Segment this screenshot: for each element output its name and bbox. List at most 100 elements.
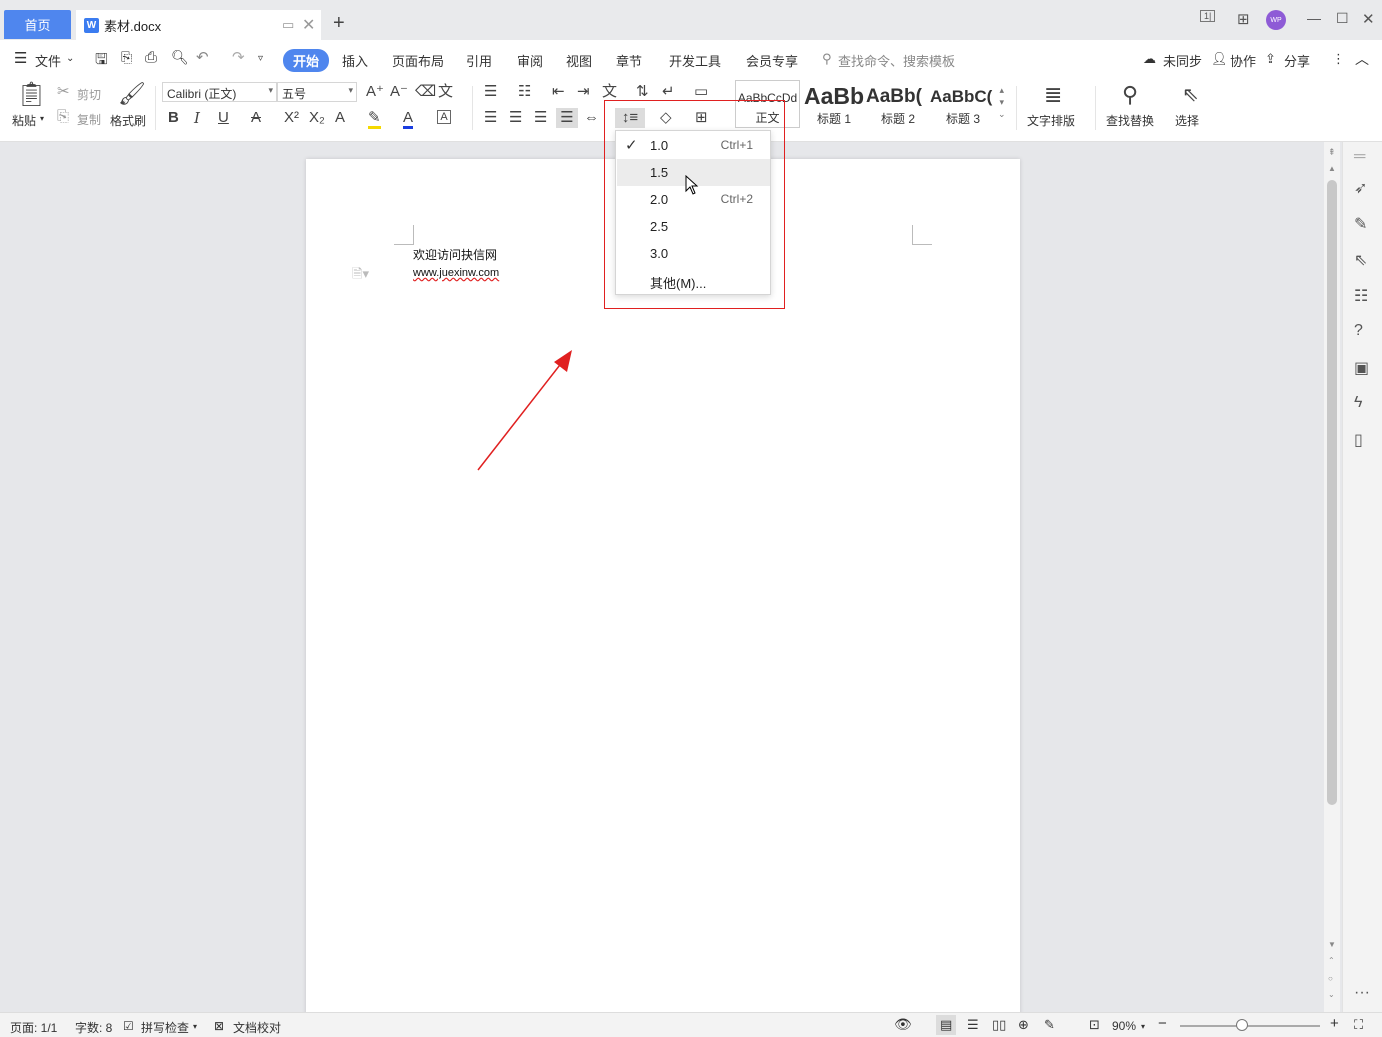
line-spacing-option-2-5[interactable]: 2.5: [617, 213, 770, 240]
clear-format-icon[interactable]: ⌫: [415, 84, 436, 100]
copy-button[interactable]: 复制: [77, 111, 101, 128]
style-heading-3[interactable]: AaBbC( 标题 3: [930, 80, 996, 128]
find-replace-button[interactable]: 查找替换: [1106, 112, 1154, 129]
image-icon[interactable]: ▣: [1354, 358, 1369, 378]
chevron-down-icon[interactable]: ▾: [40, 114, 44, 123]
grow-font-icon[interactable]: A⁺: [366, 84, 384, 100]
export-icon[interactable]: ⎘: [121, 49, 132, 66]
cut-icon[interactable]: ✂: [57, 84, 70, 100]
find-replace-icon[interactable]: ⚲: [1122, 82, 1138, 108]
command-search[interactable]: 查找命令、搜索模板: [838, 51, 955, 70]
align-center-icon[interactable]: ☰: [509, 110, 522, 126]
line-spacing-option-1-0[interactable]: ✓ 1.0 Ctrl+1: [617, 132, 770, 159]
format-painter-button[interactable]: 格式刷: [110, 112, 146, 129]
font-size-select[interactable]: 五号: [277, 82, 357, 102]
tab-chapter[interactable]: 章节: [616, 51, 642, 70]
align-left-icon[interactable]: ☰: [484, 110, 497, 126]
search-icon[interactable]: ⚲: [822, 51, 832, 67]
edit-icon[interactable]: ✎: [1354, 214, 1367, 234]
user-icon[interactable]: 👤︎: [1211, 51, 1228, 67]
paste-icon[interactable]: 📋︎: [16, 82, 46, 108]
sync-status[interactable]: 未同步: [1163, 51, 1202, 70]
fit-page-icon[interactable]: ⊡: [1089, 1017, 1100, 1033]
minimize-icon[interactable]: —: [1307, 10, 1321, 26]
select-browse-icon[interactable]: ○: [1328, 974, 1333, 983]
help-icon[interactable]: ?: [1354, 322, 1363, 340]
subscript-icon[interactable]: X₂: [309, 110, 325, 126]
cut-button[interactable]: 剪切: [77, 86, 101, 103]
quick-access-more-icon[interactable]: ▿: [258, 53, 263, 64]
tab-member[interactable]: 会员专享: [746, 51, 798, 70]
decrease-indent-icon[interactable]: ⇤: [552, 84, 565, 100]
page-view-icon[interactable]: ▤: [936, 1015, 957, 1035]
tab-start[interactable]: 开始: [283, 49, 330, 72]
save-icon[interactable]: 🖫: [95, 49, 108, 74]
bullets-icon[interactable]: ☰: [484, 84, 497, 100]
chevron-down-icon[interactable]: ▾: [1141, 1022, 1145, 1031]
file-menu[interactable]: 文件: [35, 51, 61, 70]
lightning-icon[interactable]: ϟ: [1354, 394, 1362, 412]
prev-page-icon[interactable]: ⌃: [1328, 956, 1335, 965]
styles-scroll-icon[interactable]: ▴ ▾ ⌄: [998, 84, 1006, 120]
text-layout-icon[interactable]: ≣: [1044, 82, 1062, 108]
avatar[interactable]: WP: [1266, 10, 1286, 30]
paste-button[interactable]: 粘贴: [12, 112, 36, 129]
scroll-top-icon[interactable]: ⇞: [1328, 147, 1336, 158]
tab-insert[interactable]: 插入: [342, 51, 368, 70]
spell-check-icon[interactable]: ☑: [123, 1019, 134, 1033]
read-icon[interactable]: ▯: [1354, 430, 1363, 450]
phonetic-icon[interactable]: 文: [438, 84, 453, 100]
zoom-in-icon[interactable]: +: [1330, 1015, 1339, 1032]
eye-protection-icon[interactable]: 👁︎: [894, 1016, 912, 1033]
layout-icon[interactable]: 1|: [1200, 10, 1216, 22]
undo-icon[interactable]: ↶: [196, 48, 209, 66]
rocket-icon[interactable]: ➶: [1354, 178, 1367, 198]
text-layout-button[interactable]: 文字排版: [1027, 112, 1075, 129]
chevron-down-icon[interactable]: ⌄: [66, 53, 74, 64]
share-button[interactable]: 分享: [1284, 51, 1310, 70]
text-effect-icon[interactable]: A: [335, 110, 345, 126]
paragraph-handle-icon[interactable]: 🗎▾: [352, 265, 369, 287]
pin-icon[interactable]: ▭: [282, 17, 294, 33]
zoom-slider[interactable]: [1180, 1025, 1320, 1027]
settings-sliders-icon[interactable]: ☷: [1354, 286, 1368, 306]
tab-home[interactable]: 首页: [4, 10, 71, 39]
style-heading-1[interactable]: AaBb 标题 1: [802, 80, 866, 128]
distributed-icon[interactable]: ⇔: [584, 110, 599, 126]
select-button[interactable]: 选择: [1175, 112, 1199, 129]
copy-icon[interactable]: ⎘: [57, 109, 69, 125]
spell-check-button[interactable]: 拼写检查: [141, 1019, 189, 1036]
italic-icon[interactable]: I: [194, 110, 200, 126]
hamburger-icon[interactable]: ☰: [14, 49, 27, 67]
char-border-icon[interactable]: A: [437, 110, 451, 124]
zoom-level[interactable]: 90%: [1112, 1019, 1136, 1033]
write-view-icon[interactable]: ✎: [1044, 1017, 1055, 1033]
share-icon[interactable]: ⇪: [1265, 51, 1276, 67]
tab-review[interactable]: 审阅: [517, 51, 543, 70]
page-indicator[interactable]: 页面: 1/1: [10, 1019, 57, 1036]
tab-document[interactable]: W 素材.docx ▭ ✕: [76, 10, 321, 40]
increase-indent-icon[interactable]: ⇥: [577, 84, 590, 100]
more-dots-icon[interactable]: ···: [1354, 984, 1370, 1002]
zoom-out-icon[interactable]: −: [1158, 1015, 1167, 1032]
collapse-ribbon-icon[interactable]: ︿: [1355, 49, 1369, 69]
proofread-button[interactable]: 文档校对: [233, 1019, 281, 1036]
chinese-layout-icon[interactable]: 文: [602, 84, 617, 100]
word-count[interactable]: 字数: 8: [75, 1019, 112, 1036]
collaborate-button[interactable]: 协作: [1230, 51, 1256, 70]
sidebar-collapse-icon[interactable]: ═: [1354, 148, 1365, 166]
bold-icon[interactable]: B: [168, 110, 179, 126]
reading-view-icon[interactable]: ▯▯: [992, 1017, 1006, 1033]
tab-references[interactable]: 引用: [466, 51, 492, 70]
new-tab-button[interactable]: +: [333, 12, 345, 35]
doc-line-2[interactable]: www.juexinw.com: [413, 267, 499, 279]
numbering-icon[interactable]: ☷: [518, 84, 531, 100]
strikethrough-icon[interactable]: A: [251, 110, 261, 126]
tab-page-layout[interactable]: 页面布局: [392, 51, 444, 70]
chevron-down-icon[interactable]: ▾: [193, 1022, 197, 1031]
shrink-font-icon[interactable]: A⁻: [390, 84, 408, 100]
scrollbar-thumb[interactable]: [1327, 180, 1337, 805]
font-color-icon[interactable]: A: [403, 110, 414, 129]
line-spacing-option-other[interactable]: 其他(M)...: [617, 267, 770, 294]
print-icon[interactable]: ⎙: [145, 49, 157, 66]
